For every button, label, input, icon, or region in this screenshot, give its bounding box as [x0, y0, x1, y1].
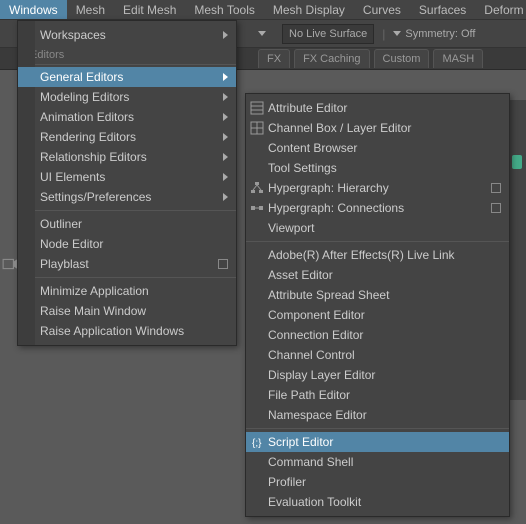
menubar-mesh-display[interactable]: Mesh Display	[264, 0, 354, 19]
menu-hypergraph-hierarchy[interactable]: Hypergraph: Hierarchy	[246, 178, 509, 198]
separator	[18, 210, 236, 211]
menubar-deform[interactable]: Deform	[475, 0, 526, 19]
shelf-tab-fx-caching[interactable]: FX Caching	[294, 49, 369, 68]
menu-ae-live-link[interactable]: Adobe(R) After Effects(R) Live Link	[246, 245, 509, 265]
separator	[18, 277, 236, 278]
menu-namespace-editor[interactable]: Namespace Editor	[246, 405, 509, 425]
channel-box-icon	[250, 121, 264, 135]
menu-outliner[interactable]: Outliner	[18, 214, 236, 234]
hypergraph-icon	[250, 181, 264, 195]
menu-command-shell[interactable]: Command Shell	[246, 452, 509, 472]
attribute-editor-icon	[250, 101, 264, 115]
general-editors-submenu: Attribute Editor Channel Box / Layer Edi…	[245, 93, 510, 517]
menu-rendering-editors[interactable]: Rendering Editors	[18, 127, 236, 147]
menu-channel-control[interactable]: Channel Control	[246, 345, 509, 365]
menubar-mesh-tools[interactable]: Mesh Tools	[185, 0, 263, 19]
submenu-arrow-icon	[223, 73, 228, 81]
menu-minimize-application[interactable]: Minimize Application	[18, 281, 236, 301]
menu-tool-settings[interactable]: Tool Settings	[246, 158, 509, 178]
windows-menu: Workspaces Editors General Editors Model…	[17, 20, 237, 346]
menu-display-layer-editor[interactable]: Display Layer Editor	[246, 365, 509, 385]
separator	[246, 241, 509, 242]
menu-settings-preferences[interactable]: Settings/Preferences	[18, 187, 236, 207]
submenu-arrow-icon	[223, 31, 228, 39]
submenu-arrow-icon	[223, 133, 228, 141]
separator: |	[378, 27, 389, 41]
menu-raise-main-window[interactable]: Raise Main Window	[18, 301, 236, 321]
submenu-arrow-icon	[223, 173, 228, 181]
svg-text:{;}: {;}	[252, 438, 262, 449]
chevron-down-icon[interactable]	[393, 31, 401, 36]
editors-header: Editors	[18, 45, 236, 65]
symmetry-label[interactable]: Symmetry: Off	[405, 28, 475, 40]
menu-profiler[interactable]: Profiler	[246, 472, 509, 492]
submenu-arrow-icon	[223, 113, 228, 121]
menubar-mesh[interactable]: Mesh	[67, 0, 114, 19]
menu-attribute-editor[interactable]: Attribute Editor	[246, 98, 509, 118]
menu-content-browser[interactable]: Content Browser	[246, 138, 509, 158]
menu-attribute-spread-sheet[interactable]: Attribute Spread Sheet	[246, 285, 509, 305]
playblast-icon	[2, 256, 18, 272]
live-surface-dropdown[interactable]: No Live Surface	[282, 24, 374, 44]
option-box-icon[interactable]	[491, 203, 501, 213]
menu-node-editor[interactable]: Node Editor	[18, 234, 236, 254]
main-menubar: Windows Mesh Edit Mesh Mesh Tools Mesh D…	[0, 0, 526, 20]
submenu-arrow-icon	[223, 193, 228, 201]
menu-asset-editor[interactable]: Asset Editor	[246, 265, 509, 285]
menu-channel-box[interactable]: Channel Box / Layer Editor	[246, 118, 509, 138]
menu-ui-elements[interactable]: UI Elements	[18, 167, 236, 187]
menubar-surfaces[interactable]: Surfaces	[410, 0, 475, 19]
menubar-curves[interactable]: Curves	[354, 0, 410, 19]
live-surface-label: No Live Surface	[289, 28, 367, 40]
menu-relationship-editors[interactable]: Relationship Editors	[18, 147, 236, 167]
menu-workspaces[interactable]: Workspaces	[18, 25, 236, 45]
menu-raise-application-windows[interactable]: Raise Application Windows	[18, 321, 236, 341]
option-box-icon[interactable]	[218, 259, 228, 269]
hypergraph-icon	[250, 201, 264, 215]
menu-script-editor[interactable]: {;} Script Editor	[246, 432, 509, 452]
menu-animation-editors[interactable]: Animation Editors	[18, 107, 236, 127]
menubar-edit-mesh[interactable]: Edit Mesh	[114, 0, 185, 19]
menubar-windows[interactable]: Windows	[0, 0, 67, 19]
shelf-tab-fx[interactable]: FX	[258, 49, 290, 68]
menu-playblast[interactable]: Playblast	[18, 254, 236, 274]
option-box-icon[interactable]	[491, 183, 501, 193]
separator	[246, 428, 509, 429]
menu-viewport[interactable]: Viewport	[246, 218, 509, 238]
menu-hypergraph-connections[interactable]: Hypergraph: Connections	[246, 198, 509, 218]
menu-file-path-editor[interactable]: File Path Editor	[246, 385, 509, 405]
menu-connection-editor[interactable]: Connection Editor	[246, 325, 509, 345]
shelf-tab-mash[interactable]: MASH	[433, 49, 483, 68]
submenu-arrow-icon	[223, 153, 228, 161]
chevron-down-icon[interactable]	[258, 31, 266, 36]
panel-strip-icon	[512, 155, 522, 169]
shelf-tab-custom[interactable]: Custom	[374, 49, 430, 68]
menu-component-editor[interactable]: Component Editor	[246, 305, 509, 325]
menu-general-editors[interactable]: General Editors	[18, 67, 236, 87]
menu-evaluation-toolkit[interactable]: Evaluation Toolkit	[246, 492, 509, 512]
submenu-arrow-icon	[223, 93, 228, 101]
script-editor-icon: {;}	[250, 435, 264, 449]
menu-modeling-editors[interactable]: Modeling Editors	[18, 87, 236, 107]
